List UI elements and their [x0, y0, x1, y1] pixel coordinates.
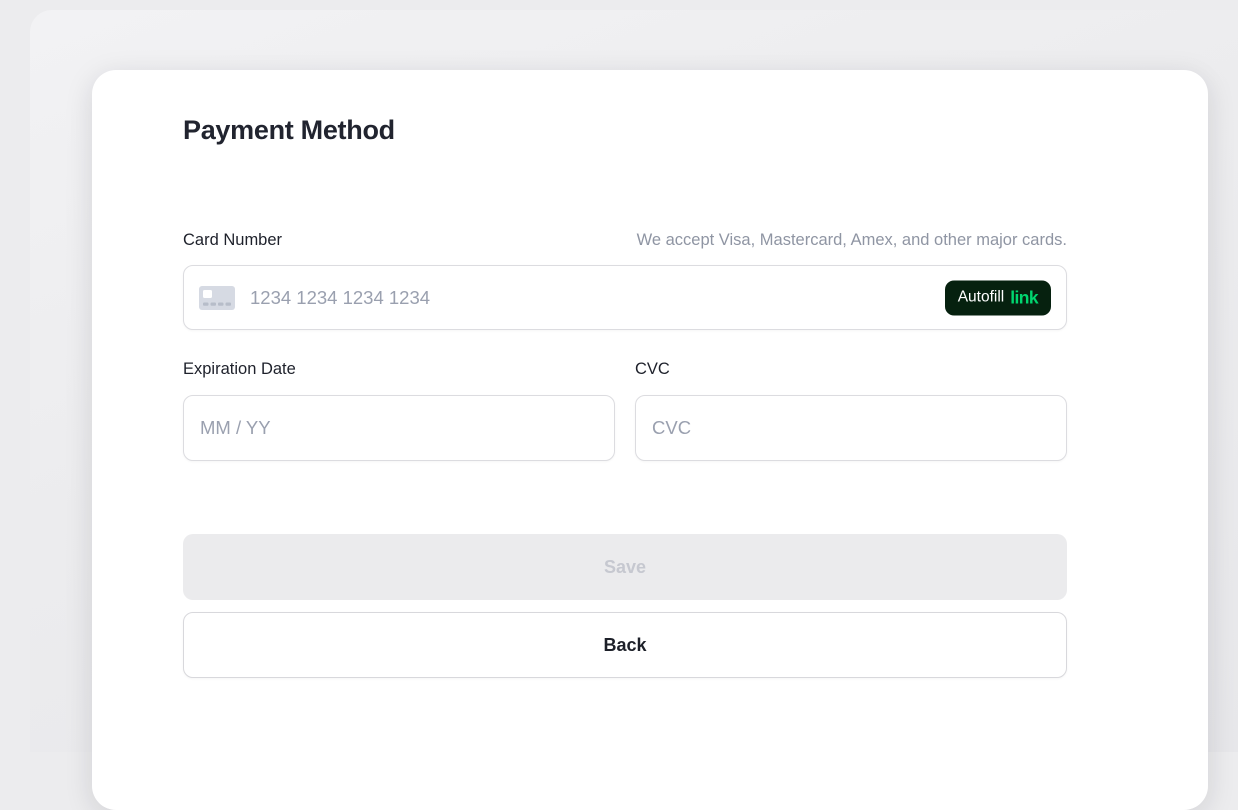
card-number-label: Card Number [183, 228, 282, 252]
card-number-field: Autofill link [183, 265, 1067, 330]
autofill-label: Autofill [958, 289, 1005, 307]
app-backdrop: Payment Method Card Number We accept Vis… [30, 10, 1238, 752]
payment-method-card: Payment Method Card Number We accept Vis… [92, 70, 1208, 810]
payment-form: Payment Method Card Number We accept Vis… [92, 70, 1208, 678]
cvc-label: CVC [635, 360, 670, 378]
expiration-date-label: Expiration Date [183, 360, 296, 378]
expiry-cvc-input-row [183, 395, 1067, 461]
save-button[interactable]: Save [183, 534, 1067, 600]
autofill-link-button[interactable]: Autofill link [945, 280, 1051, 315]
expiry-cvc-label-row: Expiration Date CVC [183, 357, 1067, 382]
back-button[interactable]: Back [183, 612, 1067, 678]
page-title: Payment Method [183, 113, 1067, 147]
cvc-input[interactable] [635, 395, 1067, 461]
link-brand-logo: link [1010, 287, 1038, 308]
accepted-cards-note: We accept Visa, Mastercard, Amex, and ot… [637, 228, 1067, 252]
card-number-label-row: Card Number We accept Visa, Mastercard, … [183, 228, 1067, 252]
card-number-input[interactable] [183, 265, 1067, 330]
expiration-date-input[interactable] [183, 395, 615, 461]
